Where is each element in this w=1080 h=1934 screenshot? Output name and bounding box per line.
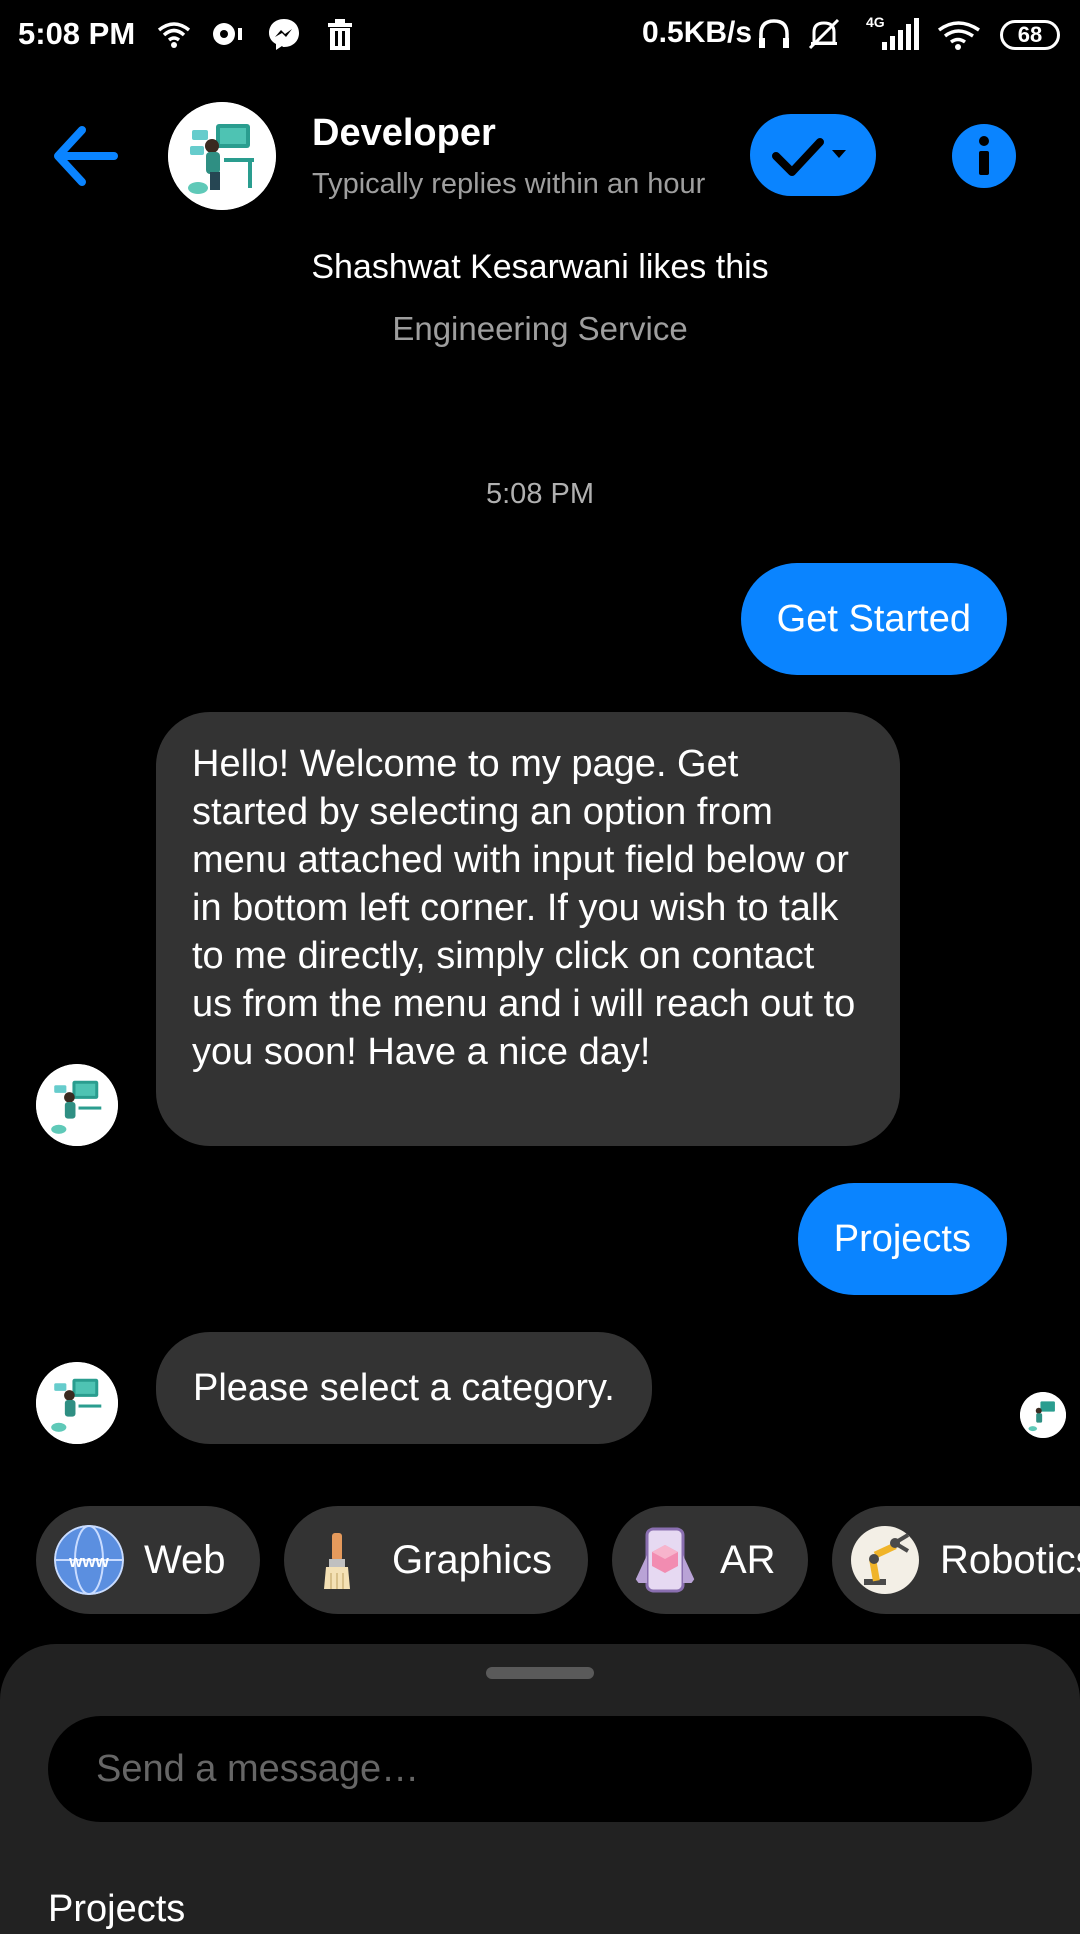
seen-indicator-avatar [1020,1392,1066,1438]
developer-illustration-icon [36,1362,118,1444]
sender-avatar [36,1362,118,1444]
page-avatar[interactable] [168,102,276,210]
quick-reply-label: AR [720,1538,776,1582]
page-category: Engineering Service [392,310,688,347]
headphones-icon [759,19,789,48]
messenger-icon [269,19,299,50]
info-button[interactable] [952,124,1016,188]
status-time: 5:08 PM [18,16,136,51]
paintbrush-icon [324,1533,350,1589]
quick-reply-label: Graphics [392,1538,553,1582]
incoming-message[interactable]: Hello! Welcome to my page. Get started b… [156,712,900,1146]
quick-reply-graphics[interactable]: Graphics [284,1506,588,1614]
info-icon [979,136,989,175]
incoming-message[interactable]: Please select a category. [156,1332,652,1444]
outgoing-message[interactable]: Projects [797,1183,1007,1295]
sender-avatar [36,1064,118,1146]
quick-reply-robotics[interactable]: Robotics [832,1506,1080,1614]
message-input-container[interactable] [48,1716,1032,1822]
back-arrow-icon[interactable] [50,124,120,188]
check-dropdown-icon [772,138,846,176]
message-timestamp: 5:08 PM [486,478,594,510]
robot-arm-icon [851,1526,919,1594]
likes-text: Shashwat Kesarwani likes this [311,248,769,286]
quick-reply-label: Web [144,1538,226,1582]
reply-time-subtitle: Typically replies within an hour [312,168,706,200]
quick-reply-ar[interactable]: AR [612,1506,808,1614]
wifi-icon [937,21,980,50]
subscribe-button[interactable] [750,114,876,196]
svg-text:www: www [68,1552,109,1571]
developer-illustration-icon [168,102,276,210]
developer-illustration-icon [36,1064,118,1146]
trash-icon [328,19,352,50]
page-name: Developer [312,112,496,154]
quick-reply-web[interactable]: www Web [36,1506,260,1614]
message-input[interactable] [96,1716,976,1822]
quick-reply-label: Robotics [940,1538,1080,1582]
developer-illustration-icon [1020,1392,1066,1438]
globe-icon: www [54,1525,124,1595]
battery-icon: 68 [1000,20,1060,50]
outgoing-message[interactable]: Get Started [740,563,1007,675]
sheet-drag-handle[interactable] [486,1667,594,1679]
signal-icon [882,18,919,50]
vpn-key-icon [213,23,242,45]
network-speed: 0.5KB/s [642,16,753,49]
wifi-icon [157,22,191,48]
bell-off-icon [808,18,840,50]
ar-headset-icon [634,1527,696,1593]
status-bar: 5:08 PM 0.5KB/s 4G 68 [0,0,1080,72]
persistent-menu-item-projects[interactable]: Projects [48,1888,185,1931]
